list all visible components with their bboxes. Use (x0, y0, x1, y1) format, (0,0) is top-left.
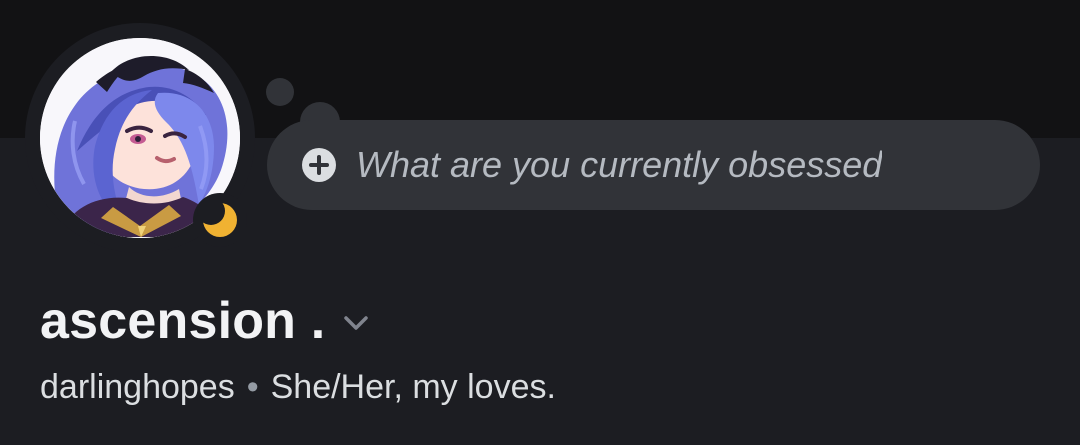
custom-status-placeholder: What are you currently obsessed (356, 144, 883, 185)
pronouns: She/Her, my loves. (270, 367, 556, 406)
profile-meta-row: darlinghopes • She/Her, my loves. (40, 362, 556, 412)
display-name: ascension . (40, 292, 326, 350)
chevron-down-icon[interactable] (339, 306, 373, 340)
username: darlinghopes (40, 367, 235, 406)
separator-dot: • (246, 367, 259, 406)
custom-status-bubble[interactable]: What are you currently obsessed (267, 120, 1040, 210)
display-name-row: ascension . (40, 286, 373, 356)
thought-bubble-dot-small (266, 78, 294, 106)
moon-icon (197, 197, 237, 237)
plus-circle-icon[interactable] (301, 147, 337, 183)
